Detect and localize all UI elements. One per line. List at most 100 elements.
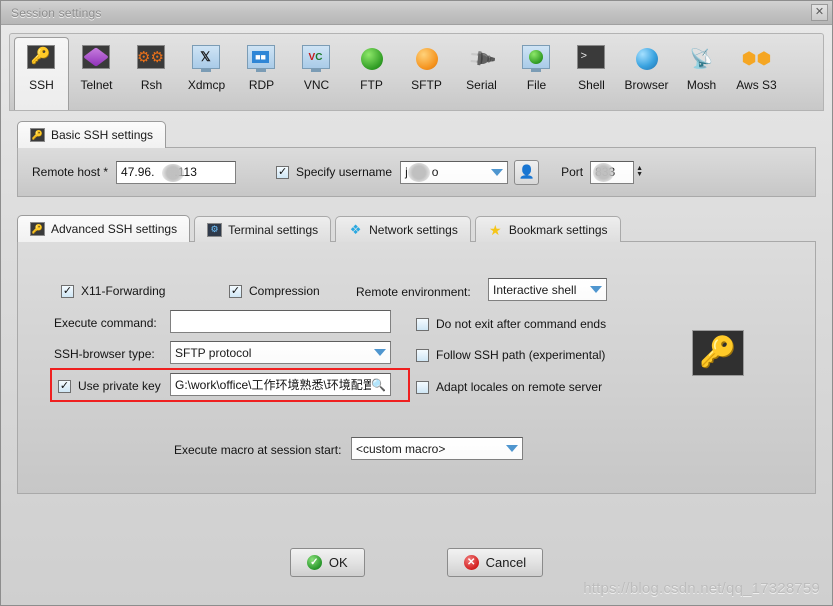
cube-icon <box>81 45 112 72</box>
shell-prompt-icon: > <box>576 45 607 72</box>
protocol-label: SSH <box>29 78 54 92</box>
port-label: Port <box>561 165 584 179</box>
execute-macro-combo[interactable]: <custom macro> <box>351 437 523 460</box>
protocol-tab-mosh[interactable]: 📡 Mosh <box>674 37 729 110</box>
tab-label: Basic SSH settings <box>51 128 154 142</box>
basic-ssh-body: Remote host * ✓ Specify username j o 👤 P… <box>17 147 816 197</box>
tab-label: Bookmark settings <box>508 222 608 237</box>
execute-macro-label: Execute macro at session start: <box>174 443 342 457</box>
adapt-locales-label: Adapt locales on remote server <box>436 380 603 394</box>
checkbox-box: ✓ <box>61 284 74 298</box>
title-bar: Session settings ✕ <box>1 1 832 25</box>
chevron-down-icon <box>374 349 386 356</box>
stepper-down-icon[interactable]: ▼ <box>636 171 643 178</box>
basic-ssh-group: 🔑 Basic SSH settings Remote host * ✓ Spe… <box>17 121 816 197</box>
magnifier-icon[interactable]: 🔍 <box>371 378 386 392</box>
protocol-tab-strip: 🔑 SSH Telnet ⚙⚙ Rsh 𝕏 Xdmcp ■■ RDP VC VN… <box>9 33 824 111</box>
cancel-button[interactable]: ✕ Cancel <box>446 548 544 577</box>
protocol-label: Mosh <box>686 78 717 92</box>
do-not-exit-checkbox[interactable]: Do not exit after command ends <box>416 317 606 331</box>
tab-bookmark-settings[interactable]: ★ Bookmark settings <box>474 216 621 242</box>
do-not-exit-label: Do not exit after command ends <box>436 317 607 331</box>
execute-command-input[interactable] <box>170 310 391 333</box>
advanced-ssh-body: ✓ X11-Forwarding ✓ Compression Remote en… <box>17 241 816 494</box>
follow-ssh-path-checkbox[interactable]: Follow SSH path (experimental) <box>416 348 605 362</box>
protocol-label: Xdmcp <box>187 78 226 92</box>
key-icon: 🔑 <box>30 222 45 236</box>
specify-username-label: Specify username <box>296 165 393 179</box>
star-icon: ★ <box>489 221 502 238</box>
protocol-tab-ssh[interactable]: 🔑 SSH <box>14 37 69 110</box>
checkbox-box <box>416 348 429 362</box>
port-input[interactable]: 833 <box>590 160 635 184</box>
remote-environment-label: Remote environment: <box>356 285 471 299</box>
protocol-tab-rsh[interactable]: ⚙⚙ Rsh <box>124 37 179 110</box>
adapt-locales-checkbox[interactable]: Adapt locales on remote server <box>416 380 602 394</box>
protocol-label: Shell <box>578 78 605 92</box>
protocol-tab-aws-s3[interactable]: ⬢⬢ Aws S3 <box>729 37 784 110</box>
ssh-browser-type-combo[interactable]: SFTP protocol <box>170 341 391 364</box>
protocol-tab-file[interactable]: File <box>509 37 564 110</box>
port-stepper[interactable]: ▲ ▼ <box>636 165 643 178</box>
protocol-tab-serial[interactable]: 🔌 Serial <box>454 37 509 110</box>
terminal-icon: ⚙ <box>207 222 223 237</box>
checkbox-box: ✓ <box>58 379 71 393</box>
ssh-browser-type-label: SSH-browser type: <box>54 347 155 361</box>
private-key-path-field[interactable]: G:\work\office\工作环境熟悉\环境配置 🔍 <box>170 373 391 396</box>
tab-basic-ssh-settings[interactable]: 🔑 Basic SSH settings <box>17 121 167 148</box>
vnc-monitor-icon: VC <box>301 45 332 72</box>
protocol-label: File <box>526 78 547 92</box>
remote-host-input[interactable] <box>116 160 237 184</box>
chevron-down-icon <box>491 168 504 176</box>
protocol-tab-browser[interactable]: Browser <box>619 37 674 110</box>
aws-cubes-icon: ⬢⬢ <box>741 49 772 68</box>
checkbox-box <box>416 317 429 331</box>
protocol-tab-rdp[interactable]: ■■ RDP <box>234 37 289 110</box>
protocol-label: RDP <box>248 78 275 92</box>
protocol-label: Rsh <box>140 78 163 92</box>
ok-button[interactable]: ✓ OK <box>289 548 365 577</box>
tab-network-settings[interactable]: ❖ Network settings <box>335 216 471 242</box>
checkbox-box: ✓ <box>229 284 242 298</box>
protocol-tab-sftp[interactable]: SFTP <box>399 37 454 110</box>
protocol-tab-telnet[interactable]: Telnet <box>69 37 124 110</box>
specify-username-checkbox[interactable]: ✓ Specify username <box>276 165 392 179</box>
blue-globe-icon <box>632 45 662 72</box>
tab-terminal-settings[interactable]: ⚙ Terminal settings <box>194 216 332 242</box>
orange-globe-icon <box>412 45 442 72</box>
session-settings-window: Session settings ✕ 🔑 SSH Telnet ⚙⚙ Rsh 𝕏 <box>0 0 833 606</box>
window-title: Session settings <box>11 5 102 20</box>
protocol-label: Browser <box>624 78 669 92</box>
close-icon[interactable]: ✕ <box>811 4 828 21</box>
use-private-key-label: Use private key <box>78 379 161 393</box>
execute-macro-value: <custom macro> <box>356 441 446 456</box>
tab-label: Terminal settings <box>228 222 319 237</box>
x11-forwarding-checkbox[interactable]: ✓ X11-Forwarding <box>61 284 165 298</box>
protocol-tab-vnc[interactable]: VC VNC <box>289 37 344 110</box>
protocol-tab-ftp[interactable]: FTP <box>344 37 399 110</box>
protocol-tab-shell[interactable]: > Shell <box>564 37 619 110</box>
protocol-tab-xdmcp[interactable]: 𝕏 Xdmcp <box>179 37 234 110</box>
remote-environment-combo[interactable]: Interactive shell <box>488 278 607 301</box>
checkbox-box: ✓ <box>276 165 290 179</box>
use-private-key-checkbox[interactable]: ✓ Use private key <box>58 379 161 393</box>
ssh-browser-type-value: SFTP protocol <box>175 345 252 360</box>
remote-environment-value: Interactive shell <box>493 282 577 297</box>
select-user-button[interactable]: 👤 <box>514 159 540 185</box>
compression-checkbox[interactable]: ✓ Compression <box>229 284 320 298</box>
ok-label: OK <box>328 555 348 570</box>
username-value: j o <box>405 165 439 179</box>
protocol-label: FTP <box>360 78 383 92</box>
chevron-down-icon <box>590 286 602 293</box>
remote-host-label: Remote host * <box>32 165 109 179</box>
watermark: https://blog.csdn.net/qq_17328759 <box>583 580 820 597</box>
tab-label: Advanced SSH settings <box>51 222 178 236</box>
user-key-icon: 👤 <box>518 164 535 179</box>
network-icon: ❖ <box>349 222 362 237</box>
basic-tab-row: 🔑 Basic SSH settings <box>17 121 816 148</box>
username-combo[interactable]: j o <box>400 160 509 184</box>
x-circle-icon: ✕ <box>463 555 479 570</box>
tab-advanced-ssh-settings[interactable]: 🔑 Advanced SSH settings <box>17 215 191 242</box>
cancel-label: Cancel <box>485 555 527 570</box>
green-globe-icon <box>357 45 387 72</box>
